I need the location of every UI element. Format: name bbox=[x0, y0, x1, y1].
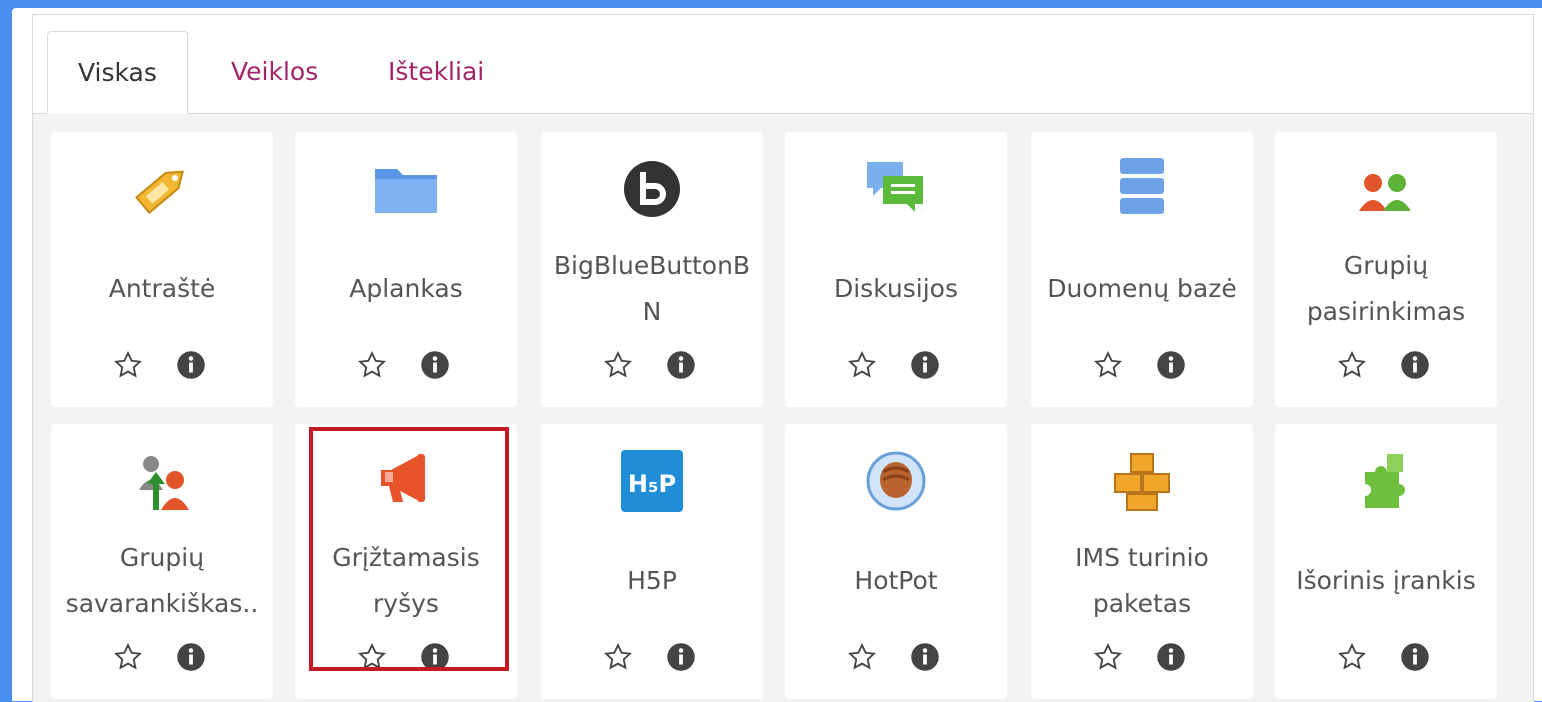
info-circle-icon[interactable] bbox=[1400, 642, 1430, 672]
star-outline-icon[interactable] bbox=[1093, 642, 1123, 672]
module-tile-grupiu-pasirinkimas[interactable]: Grupių pasirinkimas bbox=[1275, 132, 1497, 407]
star-outline-icon[interactable] bbox=[113, 350, 143, 380]
module-label: Diskusijos bbox=[793, 232, 999, 346]
module-label: BigBlueButtonB N bbox=[549, 232, 755, 346]
info-circle-icon[interactable] bbox=[176, 350, 206, 380]
info-circle-icon[interactable] bbox=[1400, 350, 1430, 380]
module-grid: Antraštė Aplankas BigBlueButtonB N Disku… bbox=[33, 114, 1533, 702]
info-circle-icon[interactable] bbox=[666, 642, 696, 672]
module-tile-antraste[interactable]: Antraštė bbox=[51, 132, 273, 407]
module-label: HotPot bbox=[793, 524, 999, 638]
module-label-line2: N bbox=[642, 297, 662, 326]
module-label: Išorinis įrankis bbox=[1283, 524, 1489, 638]
info-circle-icon[interactable] bbox=[1156, 642, 1186, 672]
module-label-line2: paketas bbox=[1092, 589, 1192, 618]
star-outline-icon[interactable] bbox=[847, 350, 877, 380]
star-outline-icon[interactable] bbox=[1337, 642, 1367, 672]
tab-istekliai[interactable]: Ištekliai bbox=[386, 31, 486, 113]
star-outline-icon[interactable] bbox=[603, 642, 633, 672]
ims-package-icon bbox=[1031, 446, 1253, 516]
star-outline-icon[interactable] bbox=[1337, 350, 1367, 380]
module-tile-grupiu-savarankiskas[interactable]: Grupių savarankiškas.. bbox=[51, 424, 273, 699]
star-outline-icon[interactable] bbox=[1093, 350, 1123, 380]
activity-chooser: Viskas Veiklos Ištekliai Antraštė Aplank… bbox=[12, 8, 1542, 702]
info-circle-icon[interactable] bbox=[420, 642, 450, 672]
star-outline-icon[interactable] bbox=[847, 642, 877, 672]
chooser-panel: Viskas Veiklos Ištekliai Antraštė Aplank… bbox=[32, 14, 1534, 702]
h5p-icon: H₅P bbox=[541, 446, 763, 516]
tab-veiklos[interactable]: Veiklos bbox=[229, 31, 320, 113]
forum-icon bbox=[785, 154, 1007, 224]
module-label-line1: Išorinis įrankis bbox=[1296, 566, 1476, 595]
module-label: Grupių savarankiškas.. bbox=[59, 524, 265, 638]
module-label-line1: Grupių bbox=[119, 543, 205, 572]
module-tile-h5p[interactable]: H₅P H5P bbox=[541, 424, 763, 699]
module-label-line1: Duomenų bazė bbox=[1047, 274, 1237, 303]
info-circle-icon[interactable] bbox=[420, 350, 450, 380]
module-label-line2: ryšys bbox=[373, 589, 439, 618]
info-circle-icon[interactable] bbox=[1156, 350, 1186, 380]
svg-text:H₅P: H₅P bbox=[628, 470, 676, 498]
info-circle-icon[interactable] bbox=[910, 350, 940, 380]
module-tile-duomenu-baze[interactable]: Duomenų bazė bbox=[1031, 132, 1253, 407]
module-tile-aplankas[interactable]: Aplankas bbox=[295, 132, 517, 407]
module-label: Grupių pasirinkimas bbox=[1283, 232, 1489, 346]
group-selfselect-icon bbox=[51, 446, 273, 516]
module-label: Duomenų bazė bbox=[1039, 232, 1245, 346]
module-label: IMS turinio paketas bbox=[1039, 524, 1245, 638]
module-tile-bigbluebutton[interactable]: BigBlueButtonB N bbox=[541, 132, 763, 407]
feedback-megaphone-icon bbox=[295, 446, 517, 516]
module-label-line1: BigBlueButtonB bbox=[553, 251, 751, 280]
star-outline-icon[interactable] bbox=[603, 350, 633, 380]
hotpot-icon bbox=[785, 446, 1007, 516]
module-label-line1: Diskusijos bbox=[833, 274, 958, 303]
star-outline-icon[interactable] bbox=[357, 642, 387, 672]
module-tile-griztamasis-rysys[interactable]: Grįžtamasis ryšys bbox=[295, 424, 517, 699]
module-label: Antraštė bbox=[59, 232, 265, 346]
module-label-line1: H5P bbox=[627, 566, 677, 595]
bigbluebutton-icon bbox=[541, 154, 763, 224]
module-label-line2: pasirinkimas bbox=[1306, 297, 1466, 326]
module-label-line1: Grupių bbox=[1343, 251, 1429, 280]
module-label: Grįžtamasis ryšys bbox=[303, 524, 509, 638]
module-tile-hotpot[interactable]: HotPot bbox=[785, 424, 1007, 699]
module-label-line1: Antraštė bbox=[108, 274, 216, 303]
module-tile-ims-turinio-paketas[interactable]: IMS turinio paketas bbox=[1031, 424, 1253, 699]
tab-bar: Viskas Veiklos Ištekliai bbox=[33, 15, 1533, 114]
module-tile-diskusijos[interactable]: Diskusijos bbox=[785, 132, 1007, 407]
module-label-line1: HotPot bbox=[854, 566, 938, 595]
tab-viskas[interactable]: Viskas bbox=[47, 31, 188, 114]
top-border bbox=[0, 0, 1542, 8]
external-tool-puzzle-icon bbox=[1275, 446, 1497, 516]
group-choice-icon bbox=[1275, 154, 1497, 224]
star-outline-icon[interactable] bbox=[357, 350, 387, 380]
database-icon bbox=[1031, 154, 1253, 224]
module-label: Aplankas bbox=[303, 232, 509, 346]
module-label: H5P bbox=[549, 524, 755, 638]
label-tag-icon bbox=[51, 154, 273, 224]
info-circle-icon[interactable] bbox=[176, 642, 206, 672]
folder-icon bbox=[295, 154, 517, 224]
info-circle-icon[interactable] bbox=[666, 350, 696, 380]
module-label-line1: IMS turinio bbox=[1075, 543, 1209, 572]
module-label-line2: savarankiškas.. bbox=[65, 589, 259, 618]
module-tile-isorinis-irankis[interactable]: Išorinis įrankis bbox=[1275, 424, 1497, 699]
star-outline-icon[interactable] bbox=[113, 642, 143, 672]
module-label-line1: Aplankas bbox=[349, 274, 463, 303]
info-circle-icon[interactable] bbox=[910, 642, 940, 672]
module-label-line1: Grįžtamasis bbox=[332, 543, 480, 572]
left-border bbox=[0, 0, 12, 44]
